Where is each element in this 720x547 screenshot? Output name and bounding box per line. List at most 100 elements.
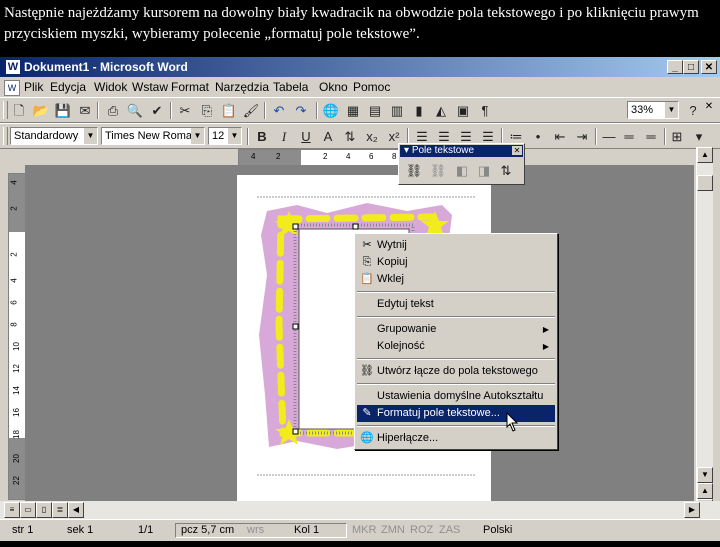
- drawing-icon[interactable]: ◭: [432, 102, 450, 119]
- word-icon[interactable]: W: [6, 60, 20, 74]
- text-box-toolbar[interactable]: ▾ Pole tekstowe ✕ ⛓ ⛓ ◧ ◨ ⇅: [398, 143, 525, 185]
- title-bar[interactable]: W Dokument1 - Microsoft Word _ □ ✕: [0, 57, 720, 77]
- scroll-up-icon[interactable]: ▲: [697, 147, 713, 163]
- format-painter-icon[interactable]: 🖌: [242, 102, 260, 119]
- chevron-down-icon[interactable]: ▼: [665, 102, 678, 118]
- insert-excel-icon[interactable]: ▥: [388, 102, 406, 119]
- subscript-icon[interactable]: x₂: [363, 128, 381, 145]
- chevron-down-icon[interactable]: ▾: [690, 128, 708, 145]
- font-size-combo[interactable]: 12 ▼: [208, 127, 242, 145]
- decrease-indent-icon[interactable]: ⇤: [551, 128, 569, 145]
- normal-view-icon[interactable]: ≡: [4, 502, 20, 518]
- minimize-button[interactable]: _: [667, 60, 683, 74]
- zoom-combo[interactable]: 33% ▼: [627, 101, 679, 119]
- outline-view-icon[interactable]: ≣: [52, 502, 68, 518]
- menu-item-create-link[interactable]: ⛓ Utwórz łącze do pola tekstowego: [357, 363, 555, 380]
- maximize-button[interactable]: □: [683, 60, 699, 74]
- change-text-direction-icon[interactable]: ⇅: [497, 162, 515, 179]
- menu-item-cut[interactable]: ✂ Wytnij: [357, 237, 555, 254]
- chevron-down-icon[interactable]: ▼: [84, 128, 97, 144]
- menu-item-order[interactable]: Kolejność ▶: [357, 338, 555, 355]
- style-combo[interactable]: Standardowy ▼: [10, 127, 98, 145]
- email-icon[interactable]: ✉: [76, 102, 94, 119]
- menu-edycja[interactable]: Edycja: [50, 80, 86, 94]
- horizontal-ruler[interactable]: 4 2 2 4 6 8: [238, 149, 412, 166]
- scroll-down-icon[interactable]: ▼: [697, 467, 713, 483]
- floating-toolbar-title[interactable]: ▾ Pole tekstowe: [400, 145, 523, 157]
- print-layout-icon[interactable]: ▯: [36, 502, 52, 518]
- previous-textbox-icon[interactable]: ◧: [453, 162, 471, 179]
- prev-page-icon[interactable]: ▲: [697, 483, 713, 499]
- paste-icon[interactable]: 📋: [220, 102, 238, 119]
- chevron-down-icon[interactable]: ▾: [404, 145, 409, 156]
- doc-icon[interactable]: W: [4, 80, 20, 96]
- menu-format[interactable]: Format: [171, 80, 209, 94]
- show-hide-icon[interactable]: ¶: [476, 102, 494, 119]
- status-ext[interactable]: ROZ: [410, 524, 433, 536]
- border-icon[interactable]: ⊞: [668, 128, 686, 145]
- increase-indent-icon[interactable]: ⇥: [573, 128, 591, 145]
- spelling-icon[interactable]: ✔: [148, 102, 166, 119]
- toolbar-grip[interactable]: [3, 127, 8, 145]
- menu-pomoc[interactable]: Pomoc: [353, 80, 390, 94]
- dash-style-icon[interactable]: ═: [642, 128, 660, 145]
- print-icon[interactable]: ⎙: [104, 102, 122, 119]
- new-document-icon[interactable]: 🗋: [10, 102, 28, 119]
- text-direction-icon[interactable]: ⇅: [341, 128, 359, 145]
- menu-narzedzia[interactable]: Narzędzia: [215, 80, 269, 94]
- status-ovr[interactable]: ZAS: [439, 524, 460, 536]
- menu-item-grouping[interactable]: Grupowanie ▶: [357, 321, 555, 338]
- toolbar-grip[interactable]: [3, 101, 8, 119]
- vertical-scrollbar[interactable]: ▲ ▼ ▲ ● ▼: [696, 147, 713, 531]
- menu-widok[interactable]: Widok: [94, 80, 127, 94]
- redo-icon[interactable]: ↷: [292, 102, 310, 119]
- italic-button[interactable]: I: [275, 128, 293, 145]
- insert-table-icon[interactable]: ▤: [366, 102, 384, 119]
- menu-item-edit-text[interactable]: Edytuj tekst: [357, 296, 555, 313]
- chevron-down-icon[interactable]: ▼: [228, 128, 241, 144]
- close-button[interactable]: ✕: [701, 60, 717, 74]
- web-view-icon[interactable]: ▭: [20, 502, 36, 518]
- status-trk[interactable]: ZMN: [381, 524, 405, 536]
- underline-button[interactable]: U: [297, 128, 315, 145]
- menu-item-hyperlink[interactable]: 🌐 Hiperłącze...: [357, 430, 555, 447]
- menu-tabela[interactable]: Tabela: [273, 80, 308, 94]
- cut-icon[interactable]: ✂: [176, 102, 194, 119]
- bold-button[interactable]: B: [253, 128, 271, 145]
- menu-item-copy[interactable]: ⎘ Kopiuj: [357, 254, 555, 271]
- help-icon[interactable]: ?: [684, 102, 702, 119]
- menu-item-paste[interactable]: 📋 Wklej: [357, 271, 555, 288]
- tables-borders-icon[interactable]: ▦: [344, 102, 362, 119]
- document-map-icon[interactable]: ▣: [454, 102, 472, 119]
- menu-plik[interactable]: Plik: [24, 80, 43, 94]
- save-icon[interactable]: 💾: [54, 102, 72, 119]
- menu-wstaw[interactable]: Wstaw: [132, 80, 168, 94]
- line-style-icon[interactable]: —: [600, 128, 618, 145]
- ruler-margin: [239, 150, 301, 165]
- bullets-icon[interactable]: •: [529, 128, 547, 145]
- print-preview-icon[interactable]: 🔍: [126, 102, 144, 119]
- menu-item-autoshape-defaults[interactable]: Ustawienia domyślne Autokształtu: [357, 388, 555, 405]
- scroll-left-icon[interactable]: ◀: [68, 502, 84, 518]
- open-folder-icon[interactable]: 📂: [32, 102, 50, 119]
- hyperlink-icon[interactable]: 🌐: [322, 102, 340, 119]
- horizontal-scrollbar[interactable]: ≡ ▭ ▯ ≣ ◀ ▶: [0, 501, 720, 519]
- scroll-thumb[interactable]: [697, 175, 713, 191]
- copy-icon[interactable]: ⎘: [198, 102, 216, 119]
- char-format-icon[interactable]: A: [319, 128, 337, 145]
- status-rec[interactable]: MKR: [352, 524, 376, 536]
- columns-icon[interactable]: ▮: [410, 102, 428, 119]
- line-double-icon[interactable]: ═: [620, 128, 638, 145]
- scroll-right-icon[interactable]: ▶: [684, 502, 700, 518]
- chevron-down-icon[interactable]: ▼: [191, 128, 204, 144]
- close-icon[interactable]: ✕: [512, 146, 522, 155]
- undo-icon[interactable]: ↶: [270, 102, 288, 119]
- menu-okno[interactable]: Okno: [319, 80, 348, 94]
- create-link-icon[interactable]: ⛓: [405, 162, 423, 179]
- next-textbox-icon[interactable]: ◨: [475, 162, 493, 179]
- break-link-icon[interactable]: ⛓: [429, 162, 447, 179]
- vertical-ruler[interactable]: 4 2 2 4 6 8 10 12 14 16 18 20 22: [8, 173, 26, 500]
- menu-item-format-textbox[interactable]: ✎ Formatuj pole tekstowe...: [357, 405, 555, 422]
- status-language[interactable]: Polski: [483, 524, 512, 536]
- font-combo[interactable]: Times New Roman ▼: [101, 127, 205, 145]
